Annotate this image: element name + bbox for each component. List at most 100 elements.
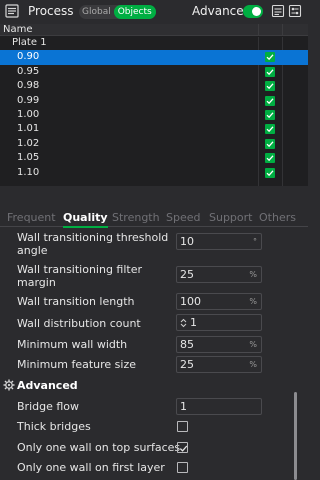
object-row[interactable]: 0.90 <box>0 50 308 65</box>
object-visible-checkbox[interactable] <box>265 167 275 178</box>
object-visible-checkbox[interactable] <box>265 138 275 149</box>
object-name: 1.10 <box>17 166 40 178</box>
object-row[interactable]: 1.05 <box>0 151 308 165</box>
tab-strength[interactable]: Strength <box>112 211 160 224</box>
wall-transition-length-label: Wall transition length <box>17 295 135 308</box>
wall-threshold-label-line1: Wall transitioning threshold <box>17 231 169 244</box>
advanced-toggle[interactable] <box>243 5 263 18</box>
object-name: 1.05 <box>17 152 40 164</box>
checkmark-icon <box>266 141 274 147</box>
object-visible-checkbox[interactable] <box>265 81 275 92</box>
checkmark-icon <box>266 155 274 162</box>
min-feature-size-input[interactable]: 25 % <box>176 356 262 373</box>
min-feature-size-label: Minimum feature size <box>17 358 137 371</box>
scope-global-option[interactable]: Global <box>79 5 114 19</box>
percent-unit: % <box>249 360 257 369</box>
object-row[interactable]: 1.02 <box>0 137 308 151</box>
wall-transition-length-value: 100 <box>180 295 201 308</box>
quality-settings-panel: Wall transitioning threshold angle 10 ° … <box>0 228 308 480</box>
one-wall-top-label: Only one wall on top surfaces <box>17 441 181 454</box>
object-row[interactable]: 0.99 <box>0 94 308 108</box>
thick-bridges-checkbox[interactable] <box>177 421 188 432</box>
process-header: Process Global Objects Advanced <box>0 0 308 24</box>
object-visible-checkbox[interactable] <box>265 95 275 106</box>
column-divider <box>258 24 259 36</box>
object-row[interactable]: 1.01 <box>0 122 308 136</box>
tab-support[interactable]: Support <box>209 211 252 224</box>
checkmark-icon <box>266 54 274 61</box>
tab-frequent[interactable]: Frequent <box>7 211 56 224</box>
settings-tabs: Frequent Quality Strength Speed Support … <box>0 209 308 228</box>
object-row[interactable]: 0.98 <box>0 79 308 93</box>
object-visible-checkbox[interactable] <box>265 52 275 63</box>
column-divider <box>282 24 283 36</box>
object-list: 0.90 0.95 0.98 0.99 1.00 1.01 1.02 1.05 1.10 <box>0 50 308 180</box>
percent-unit: % <box>249 270 257 279</box>
percent-unit: % <box>249 340 257 349</box>
wall-distribution-count-value: 1 <box>190 316 197 329</box>
advanced-section-title: Advanced <box>17 379 78 392</box>
panel-title: Process <box>28 4 74 18</box>
object-visible-checkbox[interactable] <box>265 153 275 164</box>
checkmark-icon <box>179 445 188 452</box>
scope-objects-option[interactable]: Objects <box>113 5 156 19</box>
min-feature-size-value: 25 <box>180 358 194 371</box>
object-name: 1.02 <box>17 137 40 149</box>
wall-threshold-value: 10 <box>180 235 194 248</box>
object-row[interactable]: 1.10 <box>0 166 308 180</box>
compare-settings-icon[interactable] <box>271 4 285 18</box>
bridge-flow-input[interactable]: 1 <box>176 398 262 415</box>
wall-filter-value: 25 <box>180 268 194 281</box>
checkmark-icon <box>266 69 274 75</box>
object-name: 0.98 <box>17 80 40 92</box>
wall-filter-label-line2: margin <box>17 276 56 289</box>
tab-speed[interactable]: Speed <box>166 211 200 224</box>
wall-filter-label-line1: Wall transitioning filter <box>17 263 143 276</box>
wall-transition-length-input[interactable]: 100 % <box>176 293 262 310</box>
name-column-header[interactable]: Name <box>3 24 33 35</box>
object-visible-checkbox[interactable] <box>265 124 275 135</box>
checkmark-icon <box>266 112 274 119</box>
bridge-flow-value: 1 <box>180 400 187 413</box>
min-wall-width-value: 85 <box>180 338 194 351</box>
one-wall-first-checkbox[interactable] <box>177 462 188 473</box>
thick-bridges-label: Thick bridges <box>17 420 91 433</box>
scope-switch[interactable]: Global Objects <box>79 5 156 19</box>
wall-threshold-label-line2: angle <box>17 244 48 257</box>
object-name: 1.01 <box>17 123 40 135</box>
bridge-flow-label: Bridge flow <box>17 400 80 413</box>
wall-distribution-count-label: Wall distribution count <box>17 317 141 330</box>
process-list-icon <box>5 4 19 18</box>
checkmark-icon <box>266 126 274 133</box>
spinner-arrows-icon[interactable] <box>180 318 187 328</box>
checkmark-icon <box>266 97 274 104</box>
table-header: Name <box>0 24 308 36</box>
tab-quality[interactable]: Quality <box>63 211 108 228</box>
object-visible-checkbox[interactable] <box>265 66 275 77</box>
checkmark-icon <box>266 169 274 176</box>
min-wall-width-input[interactable]: 85 % <box>176 336 262 353</box>
objects-table: Name Plate 1 0.90 0.95 0.98 0.99 1.00 1.01 1.0… <box>0 24 308 186</box>
object-visible-checkbox[interactable] <box>265 109 275 120</box>
degree-unit: ° <box>253 237 257 246</box>
object-name: 1.00 <box>17 108 40 120</box>
plate-label: Plate 1 <box>12 37 47 48</box>
wall-threshold-input[interactable]: 10 ° <box>176 233 262 250</box>
plate-row[interactable]: Plate 1 <box>0 36 308 50</box>
one-wall-top-checkbox[interactable] <box>177 442 188 453</box>
object-name: 0.90 <box>17 51 40 63</box>
object-row[interactable]: 0.95 <box>0 65 308 79</box>
wall-filter-input[interactable]: 25 % <box>176 266 262 283</box>
one-wall-first-label: Only one wall on first layer <box>17 461 165 474</box>
settings-scrollbar[interactable] <box>294 392 297 480</box>
object-name: 0.99 <box>17 94 40 106</box>
min-wall-width-label: Minimum wall width <box>17 338 128 351</box>
object-row[interactable]: 1.00 <box>0 108 308 122</box>
checkmark-icon <box>266 83 274 90</box>
advanced-gear-icon <box>3 379 15 391</box>
percent-unit: % <box>249 297 257 306</box>
wall-distribution-count-spinner[interactable]: 1 <box>176 314 262 331</box>
object-name: 0.95 <box>17 65 40 77</box>
preset-settings-icon[interactable] <box>288 4 302 18</box>
tab-others[interactable]: Others <box>259 211 296 224</box>
